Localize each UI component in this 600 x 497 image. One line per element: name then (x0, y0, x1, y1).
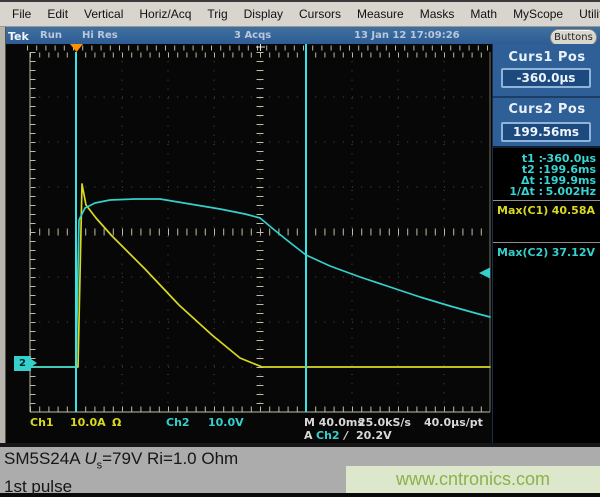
panel-divider (493, 96, 600, 98)
menu-edit[interactable]: Edit (39, 4, 76, 24)
menu-trig[interactable]: Trig (199, 4, 235, 24)
max-c2-value: 37.12V (552, 246, 595, 259)
ch1-scale-readout[interactable]: 10.0A (70, 416, 106, 429)
measurement-separator (493, 242, 600, 243)
acquisition-mode-label: Hi Res (82, 30, 118, 41)
inverse-dt-label: 1/Δt : (493, 185, 543, 198)
ch1-coupling-readout: Ω (112, 416, 121, 429)
resolution-readout: 40.0µs/pt (424, 416, 483, 429)
timebase-readout: M 40.0ms (304, 416, 364, 429)
cursor-readout-row-t1: t1 : -360.0µs (493, 152, 600, 163)
watermark: www.cntronics.com (346, 466, 600, 493)
run-state-label: Run (40, 30, 62, 41)
inverse-dt-value: 5.002Hz (540, 185, 596, 198)
cursor-readout-row-freq: 1/Δt : 5.002Hz (493, 185, 600, 196)
cursor-readout-row-t2: t2 : 199.6ms (493, 163, 600, 174)
max-c2-label: Max(C2) (497, 246, 548, 259)
ch2-label[interactable]: Ch2 (166, 416, 190, 429)
menu-bar: File Edit Vertical Horiz/Acq Trig Displa… (0, 0, 600, 27)
menu-file[interactable]: File (4, 4, 39, 24)
trigger-source-readout: Ch2 (316, 429, 340, 442)
curs1-pos-value[interactable]: -360.0µs (501, 68, 591, 88)
max-c1-label: Max(C1) (497, 204, 548, 217)
menu-cursors[interactable]: Cursors (291, 4, 349, 24)
ch1-current-waveform (30, 184, 490, 367)
datetime-label: 13 Jan 12 17:09:26 (354, 30, 460, 41)
curs2-pos-title: Curs2 Pos (493, 102, 600, 117)
ch1-label[interactable]: Ch1 (30, 416, 54, 429)
sample-rate-readout: 25.0kS/s (358, 416, 411, 429)
menu-utilities[interactable]: Utilities (571, 4, 600, 24)
menu-myscope[interactable]: MyScope (505, 4, 571, 24)
trigger-slope-icon: / (344, 429, 348, 442)
max-c1-value: 40.58A (552, 204, 595, 217)
measurement-separator (493, 200, 600, 201)
status-bar: Tek Run Hi Res 3 Acqs 13 Jan 12 17:09:26 (6, 27, 600, 44)
ch2-position-marker[interactable]: 2 (14, 356, 31, 371)
us-symbol: U (84, 449, 96, 468)
trigger-type-label: A (304, 429, 313, 442)
ch2-level-arrow (479, 268, 490, 279)
acquisition-count-label: 3 Acqs (234, 30, 271, 41)
tek-logo: Tek (8, 30, 29, 43)
curs2-pos-value[interactable]: 199.56ms (501, 122, 591, 142)
menu-math[interactable]: Math (462, 4, 505, 24)
trigger-position-marker[interactable] (70, 44, 83, 52)
ch2-scale-readout[interactable]: 10.0V (208, 416, 244, 429)
menu-display[interactable]: Display (236, 4, 291, 24)
trigger-level-readout: 20.2V (356, 429, 392, 442)
cursor-position-section: Curs1 Pos -360.0µs Curs2 Pos 199.56ms (493, 44, 600, 148)
curs1-pos-title: Curs1 Pos (493, 50, 600, 65)
menu-vertical[interactable]: Vertical (76, 4, 131, 24)
menu-measure[interactable]: Measure (349, 4, 412, 24)
waveform-display: 2 Ch1 10.0A Ω Ch2 10.0V M 40.0ms 25.0kS/… (6, 44, 492, 443)
graticule-canvas (6, 44, 492, 443)
menu-masks[interactable]: Masks (412, 4, 463, 24)
side-control-panel: Curs1 Pos -360.0µs Curs2 Pos 199.56ms t1… (492, 44, 600, 443)
cursor-readout-row-dt: Δt : 199.9ms (493, 174, 600, 185)
menu-horiz-acq[interactable]: Horiz/Acq (131, 4, 199, 24)
